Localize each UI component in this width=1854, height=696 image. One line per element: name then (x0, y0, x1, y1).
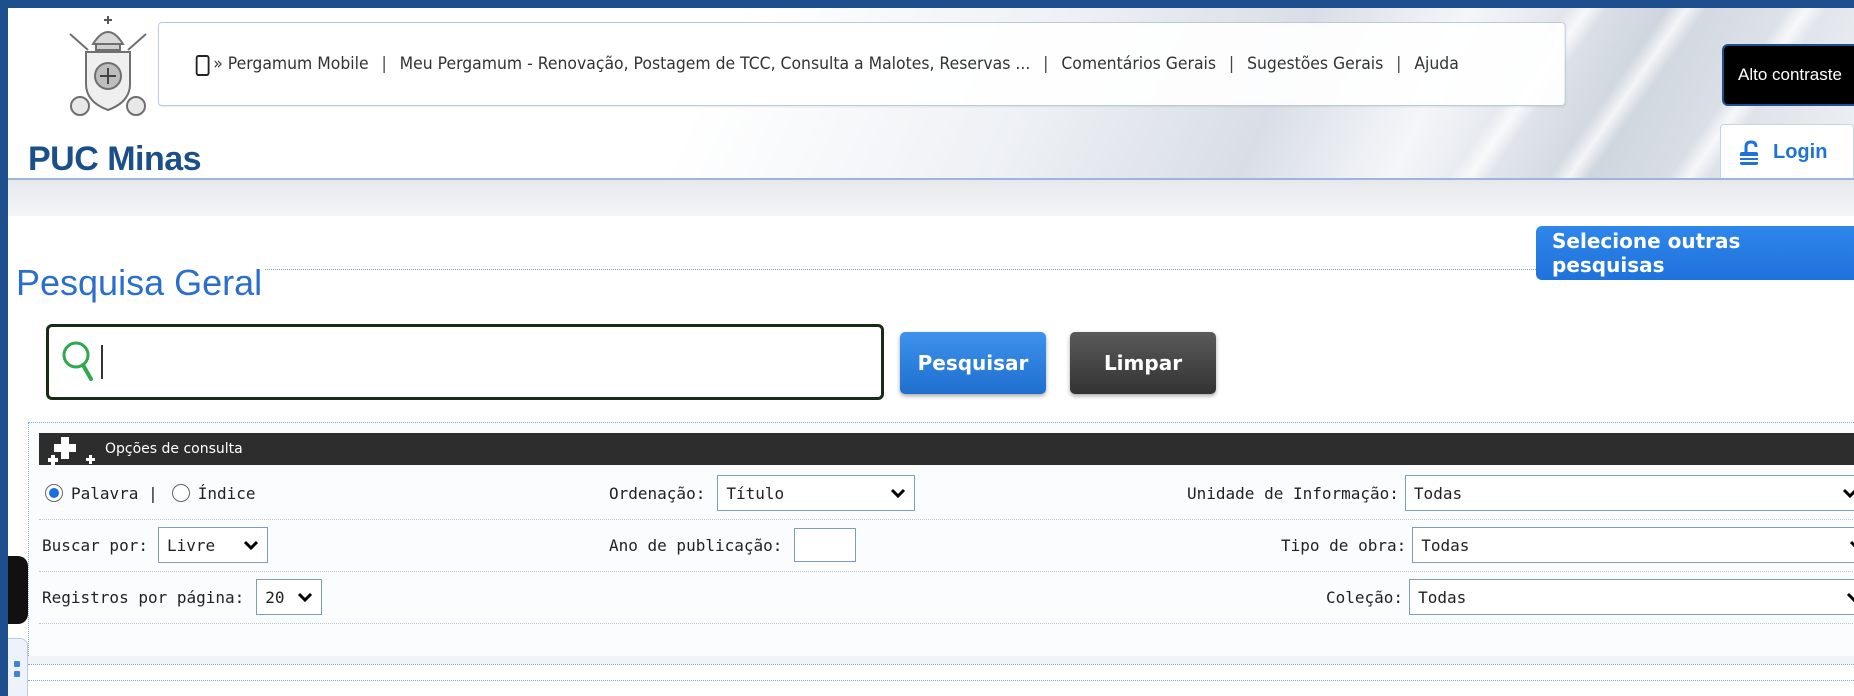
options-toggle-bar[interactable]: Opções de consulta (39, 433, 1854, 465)
tipo-label: Tipo de obra: (1281, 535, 1407, 555)
ano-label: Ano de publicação: (609, 535, 783, 555)
mobile-phone-icon (195, 54, 210, 76)
radio-palavra[interactable] (45, 484, 63, 502)
registros-group: Registros por página: 20 (42, 571, 323, 623)
ordenacao-label: Ordenação: (609, 483, 706, 503)
ano-input[interactable] (794, 528, 857, 562)
unlock-icon (1740, 139, 1758, 165)
buscar-por-label: Buscar por: (42, 535, 148, 555)
radio-palavra-label: Palavra | (71, 483, 158, 503)
papal-crest-icon (69, 16, 147, 116)
divider (28, 680, 1854, 681)
nav-link-sugestoes[interactable]: Sugestões Gerais (1247, 54, 1383, 74)
logo-text[interactable]: PUC Minas (28, 140, 202, 179)
registros-value: 20 (265, 587, 285, 607)
chevron-down-icon (1850, 540, 1854, 547)
buscar-por-group: Buscar por: Livre (42, 519, 268, 571)
options-row: Palavra | Índice Ordenação: Título Unida… (39, 467, 1854, 520)
chevron-down-icon (243, 540, 259, 551)
page: PUC Minas » Pergamum Mobile | Meu Pergam… (8, 8, 1854, 696)
nav-link-ajuda[interactable]: Ajuda (1414, 54, 1458, 74)
ordenacao-group: Ordenação: Título (609, 467, 916, 519)
buscar-por-value: Livre (166, 535, 216, 555)
ordenacao-select[interactable]: Título (717, 475, 916, 511)
colecao-group: Coleção: Todas (1326, 571, 1854, 623)
tipo-select[interactable]: Todas (1412, 527, 1854, 563)
search-options-panel: Opções de consulta Palavra | Índice Orde… (28, 422, 1854, 660)
clear-button[interactable]: Limpar (1070, 332, 1216, 394)
options-row: Buscar por: Livre Ano de publicação: Tip… (39, 519, 1854, 572)
nav-link-comentarios[interactable]: Comentários Gerais (1061, 54, 1216, 74)
high-contrast-label: Alto contraste (1738, 65, 1842, 84)
login-button[interactable]: Login (1720, 124, 1854, 180)
nav-separator: | (381, 54, 387, 74)
nav-separator: | (1043, 54, 1049, 74)
chevron-down-icon (298, 592, 313, 603)
divider (28, 664, 1854, 665)
nav-link-mobile[interactable]: » Pergamum Mobile (213, 54, 368, 74)
chevron-down-icon (1847, 592, 1854, 603)
colecao-select[interactable]: Todas (1409, 579, 1854, 615)
footer-band (28, 656, 1854, 664)
chevron-down-icon (891, 488, 906, 499)
mode-radio-group: Palavra | Índice (45, 467, 256, 519)
high-contrast-button[interactable]: Alto contraste (1722, 44, 1854, 106)
tipo-group: Tipo de obra: Todas (1281, 519, 1854, 571)
radio-indice-label: Índice (197, 483, 256, 503)
login-label: Login (1773, 141, 1828, 163)
unidade-group: Unidade de Informação: Todas (1187, 467, 1854, 519)
colecao-value: Todas (1418, 587, 1467, 607)
plus-icon (48, 437, 95, 465)
ordenacao-value: Título (726, 483, 785, 503)
title-divider (244, 269, 1544, 270)
page-title: Pesquisa Geral (16, 262, 265, 304)
options-row: Registros por página: 20 Coleção: Todas (39, 571, 1854, 624)
magnifier-icon (62, 341, 93, 381)
header-divider (8, 178, 1854, 216)
registros-label: Registros por página: (42, 587, 245, 607)
search-button[interactable]: Pesquisar (900, 332, 1046, 394)
registros-select[interactable]: 20 (256, 579, 323, 615)
side-tab-feedback[interactable] (8, 638, 28, 696)
unidade-value: Todas (1413, 483, 1463, 503)
unidade-select[interactable]: Todas (1404, 475, 1854, 511)
radio-indice[interactable] (171, 484, 190, 502)
buscar-por-select[interactable]: Livre (157, 527, 268, 563)
header: PUC Minas » Pergamum Mobile | Meu Pergam… (8, 8, 1854, 180)
tipo-value: Todas (1421, 535, 1470, 555)
search-input[interactable] (101, 345, 847, 379)
nav-separator: | (1396, 54, 1402, 74)
unidade-label: Unidade de Informação: (1187, 483, 1399, 503)
chevron-down-icon (1842, 488, 1854, 499)
other-searches-button[interactable]: Selecione outras pesquisas (1536, 226, 1854, 280)
side-tab-accessibility[interactable] (8, 556, 28, 624)
colecao-label: Coleção: (1326, 587, 1404, 607)
nav-separator: | (1228, 54, 1235, 74)
top-navigation: » Pergamum Mobile | Meu Pergamum - Renov… (158, 22, 1566, 106)
ano-group: Ano de publicação: (609, 519, 857, 571)
nav-link-meu-pergamum[interactable]: Meu Pergamum - Renovação, Postagem de TC… (400, 54, 1031, 74)
search-field[interactable] (46, 324, 884, 400)
options-title: Opções de consulta (105, 441, 243, 457)
